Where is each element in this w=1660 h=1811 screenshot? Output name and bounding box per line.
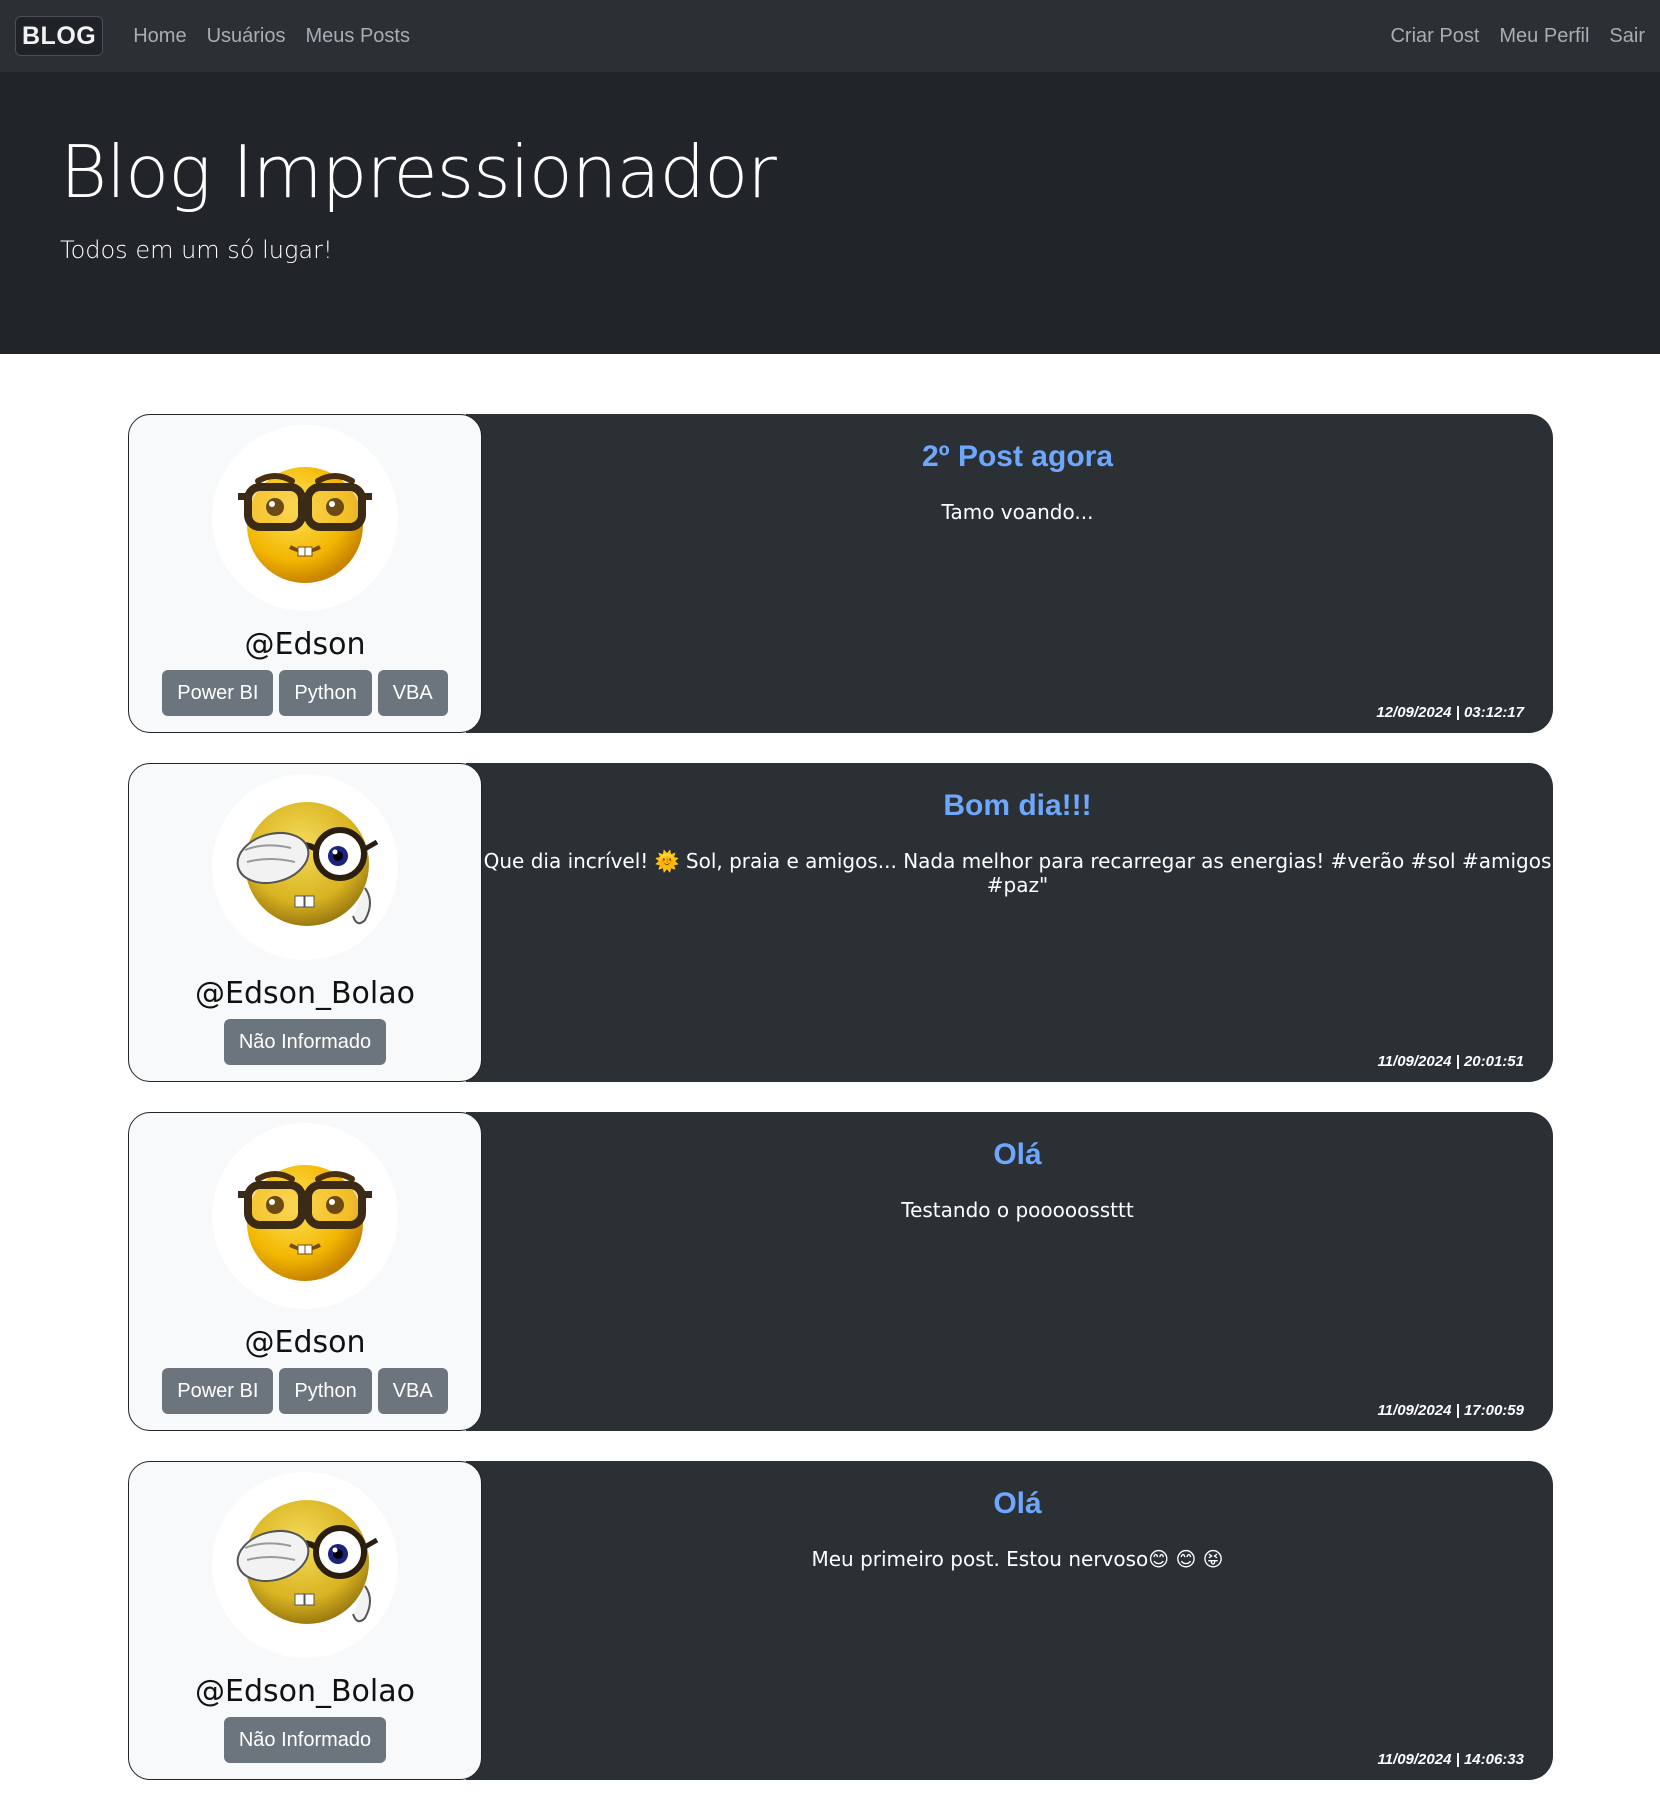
tag-badge[interactable]: VBA	[377, 1368, 448, 1414]
author-username[interactable]: @Edson	[245, 627, 366, 662]
tag-badge[interactable]: Python	[279, 670, 372, 716]
author-tags: Não Informado	[223, 1019, 387, 1065]
post-title[interactable]: Olá	[482, 1138, 1553, 1172]
post-date: 11/09/2024 | 20:01:51	[1377, 1053, 1524, 1070]
post-card: @Edson Power BI Python VBA Olá Testando o …	[128, 1112, 1553, 1431]
navbar: BLOG Home Usuários Meus Posts Criar Post…	[0, 0, 1660, 72]
post-title[interactable]: Olá	[482, 1487, 1553, 1521]
author-username[interactable]: @Edson_Bolao	[195, 1674, 415, 1709]
nav-link-criar-post[interactable]: Criar Post	[1380, 25, 1489, 48]
post-title[interactable]: 2º Post agora	[482, 440, 1553, 474]
nav-link-meu-perfil[interactable]: Meu Perfil	[1489, 25, 1599, 48]
author-tags: Power BI Python VBA	[162, 670, 448, 716]
tag-badge[interactable]: Power BI	[162, 670, 274, 716]
post-date: 11/09/2024 | 17:00:59	[1377, 1402, 1524, 1419]
author-tags: Power BI Python VBA	[162, 1368, 448, 1414]
post-body: Meu primeiro post. Estou nervoso😊 😊 😝	[811, 1547, 1224, 1571]
tag-badge[interactable]: Python	[279, 1368, 372, 1414]
post-card: @Edson_Bolao Não Informado Olá Meu prime…	[128, 1461, 1553, 1780]
author-tags: Não Informado	[223, 1717, 387, 1763]
hero-title: Blog Impressionador	[60, 130, 777, 214]
post-date: 12/09/2024 | 03:12:17	[1376, 704, 1524, 721]
nav-link-meus-posts[interactable]: Meus Posts	[296, 25, 420, 48]
nav-left: Home Usuários Meus Posts	[123, 25, 420, 48]
post-card: @Edson_Bolao Não Informado Bom dia!!! Qu…	[128, 763, 1553, 1082]
tag-badge[interactable]: Não Informado	[223, 1717, 387, 1763]
nav-link-sair[interactable]: Sair	[1599, 25, 1645, 48]
author-username[interactable]: @Edson	[245, 1325, 366, 1360]
post-content: Bom dia!!! Que dia incrível! 🌞 Sol, prai…	[466, 763, 1553, 1082]
author-panel: @Edson Power BI Python VBA	[128, 414, 482, 733]
thinking-nerd-face-icon[interactable]	[212, 1472, 398, 1658]
tag-badge[interactable]: Power BI	[162, 1368, 274, 1414]
post-content: 2º Post agora Tamo voando... 12/09/2024 …	[466, 414, 1553, 733]
nav-link-usuarios[interactable]: Usuários	[197, 25, 296, 48]
nav-link-home[interactable]: Home	[123, 25, 196, 48]
nav-right: Criar Post Meu Perfil Sair	[1380, 25, 1645, 48]
post-body: Testando o pooooossttt	[901, 1198, 1134, 1222]
tag-badge[interactable]: Não Informado	[223, 1019, 387, 1065]
thinking-nerd-face-icon[interactable]	[212, 774, 398, 960]
author-panel: @Edson_Bolao Não Informado	[128, 763, 482, 1082]
post-content: Olá Meu primeiro post. Estou nervoso😊 😊 …	[466, 1461, 1553, 1780]
nerd-face-icon[interactable]	[212, 425, 398, 611]
tag-badge[interactable]: VBA	[377, 670, 448, 716]
post-body: Tamo voando...	[941, 500, 1094, 524]
author-panel: @Edson Power BI Python VBA	[128, 1112, 482, 1431]
brand-logo[interactable]: BLOG	[15, 16, 104, 56]
hero-subtitle: Todos em um só lugar!	[60, 236, 333, 264]
post-title[interactable]: Bom dia!!!	[482, 789, 1553, 823]
nerd-face-icon[interactable]	[212, 1123, 398, 1309]
hero-banner: Blog Impressionador Todos em um só lugar…	[0, 72, 1660, 354]
author-panel: @Edson_Bolao Não Informado	[128, 1461, 482, 1780]
post-content: Olá Testando o pooooossttt 11/09/2024 | …	[466, 1112, 1553, 1431]
post-card: @Edson Power BI Python VBA 2º Post agora T…	[128, 414, 1553, 733]
author-username[interactable]: @Edson_Bolao	[195, 976, 415, 1011]
post-date: 11/09/2024 | 14:06:33	[1377, 1751, 1524, 1768]
post-list: @Edson Power BI Python VBA 2º Post agora T…	[128, 414, 1553, 1810]
post-body: Que dia incrível! 🌞 Sol, praia e amigos.…	[483, 849, 1552, 897]
